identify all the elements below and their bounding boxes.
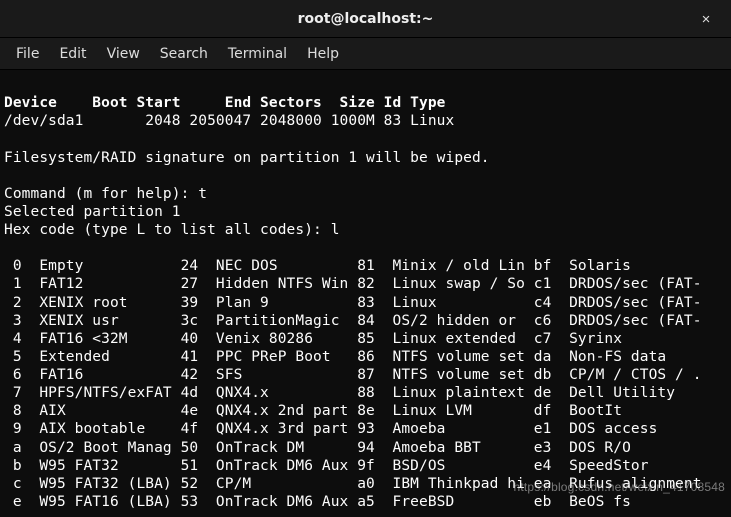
type-row: 3 XENIX usr 3c PartitionMagic 84 OS/2 hi… [4,313,702,329]
window-title: root@localhost:~ [298,11,434,27]
type-row: a OS/2 Boot Manag 50 OnTrack DM 94 Amoeb… [4,440,631,456]
menu-terminal[interactable]: Terminal [218,42,297,66]
terminal-output[interactable]: Device Boot Start End Sectors Size Id Ty… [0,70,731,517]
close-icon[interactable]: × [691,0,721,38]
type-row: 1 FAT12 27 Hidden NTFS Win 82 Linux swap… [4,276,702,292]
menu-edit[interactable]: Edit [49,42,96,66]
menu-view[interactable]: View [97,42,150,66]
type-row: e W95 FAT16 (LBA) 53 OnTrack DM6 Aux a5 … [4,494,631,510]
watermark: https://blog.csdn.net/weixin_41708548 [513,480,725,494]
menu-file[interactable]: File [6,42,49,66]
type-row: 9 AIX bootable 4f QNX4.x 3rd part 93 Amo… [4,421,657,437]
menu-search[interactable]: Search [150,42,218,66]
partition-table-header: Device Boot Start End Sectors Size Id Ty… [4,95,446,111]
menubar: File Edit View Search Terminal Help [0,38,731,70]
hexcode-prompt: Hex code (type L to list all codes): l [4,222,340,238]
type-row: b W95 FAT32 51 OnTrack DM6 Aux 9f BSD/OS… [4,458,649,474]
type-row: 2 XENIX root 39 Plan 9 83 Linux c4 DRDOS… [4,295,702,311]
command-prompt: Command (m for help): t [4,186,207,202]
type-row: 6 FAT16 42 SFS 87 NTFS volume set db CP/… [4,367,702,383]
type-row: 0 Empty 24 NEC DOS 81 Minix / old Lin bf… [4,258,631,274]
wipe-message: Filesystem/RAID signature on partition 1… [4,150,490,166]
type-row: 4 FAT16 <32M 40 Venix 80286 85 Linux ext… [4,331,622,347]
type-row: 7 HPFS/NTFS/exFAT 4d QNX4.x 88 Linux pla… [4,385,675,401]
type-row: 5 Extended 41 PPC PReP Boot 86 NTFS volu… [4,349,666,365]
partition-row-sda1: /dev/sda1 2048 2050047 2048000 1000M 83 … [4,113,454,129]
selected-partition: Selected partition 1 [4,204,181,220]
type-row: 8 AIX 4e QNX4.x 2nd part 8e Linux LVM df… [4,403,622,419]
titlebar: root@localhost:~ × [0,0,731,38]
menu-help[interactable]: Help [297,42,349,66]
